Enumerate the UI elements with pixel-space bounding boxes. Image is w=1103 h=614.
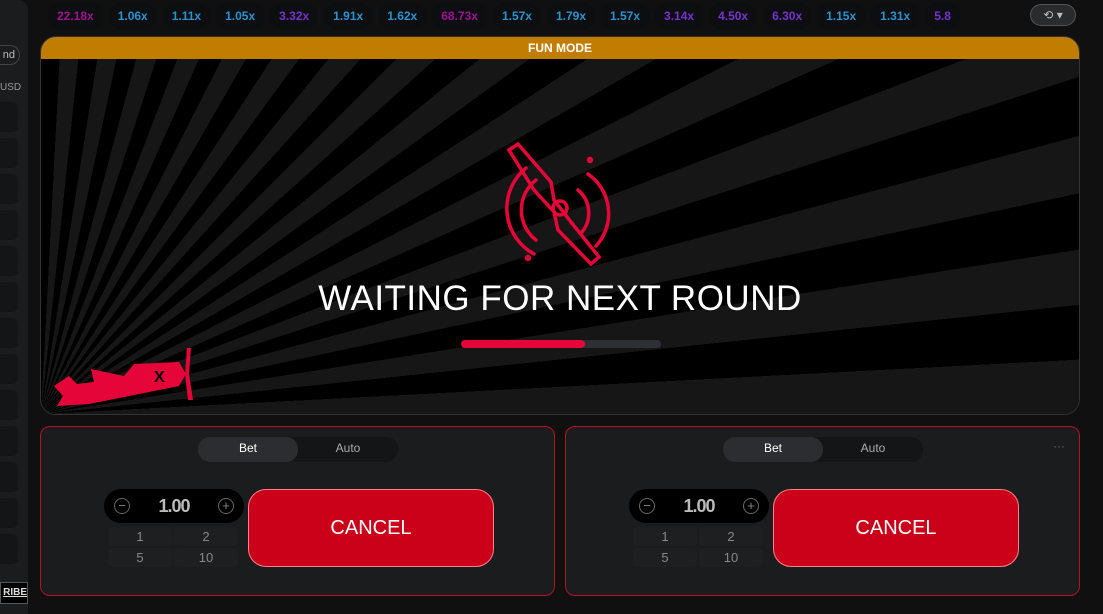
cancel-button[interactable]: CANCEL: [773, 489, 1019, 567]
multiplier-chip[interactable]: 1.31x: [871, 3, 920, 29]
quick-bet-5[interactable]: 5: [108, 548, 172, 567]
currency-label: USD: [0, 82, 22, 93]
sidebar-row[interactable]: [0, 354, 18, 384]
history-dropdown-button[interactable]: ⟲ ▾: [1030, 4, 1076, 26]
sidebar-row[interactable]: [0, 426, 18, 456]
multiplier-chip[interactable]: 1.62x: [378, 3, 427, 29]
sidebar-row[interactable]: [0, 174, 18, 204]
bet-amount-stepper[interactable]: − 1.00 +: [629, 489, 769, 523]
sidebar-row[interactable]: [0, 282, 18, 312]
quick-bet-2[interactable]: 2: [699, 527, 763, 546]
cancel-button[interactable]: CANCEL: [248, 489, 494, 567]
game-area: FUN MODE WAITING FOR NEXT ROUND X: [40, 36, 1080, 415]
multiplier-chip[interactable]: 1.91x: [324, 3, 373, 29]
chevron-down-icon: ▾: [1056, 8, 1063, 22]
quick-bet-10[interactable]: 10: [699, 548, 763, 567]
multiplier-chip[interactable]: 1.57x: [492, 3, 541, 29]
sidebar-pill[interactable]: nd: [0, 45, 20, 65]
sidebar-row[interactable]: [0, 138, 18, 168]
multiplier-chip[interactable]: 3.32x: [270, 3, 319, 29]
quick-bet-1[interactable]: 1: [108, 527, 172, 546]
brand-logo[interactable]: RIBE: [0, 582, 28, 604]
multiplier-chip[interactable]: 68.73x: [432, 3, 487, 29]
bet-mode-tabs: Bet Auto: [723, 437, 923, 462]
sidebar-row[interactable]: [0, 498, 18, 528]
tab-bet[interactable]: Bet: [198, 437, 298, 462]
round-progress-bar: [461, 340, 661, 348]
bet-amount-stepper[interactable]: − 1.00 +: [104, 489, 244, 523]
multiplier-chip[interactable]: 1.79x: [546, 3, 595, 29]
sidebar: nd USD RIBE: [0, 0, 28, 614]
tab-auto[interactable]: Auto: [298, 437, 398, 462]
bet-panel-2: ··· Bet Auto − 1.00 + 1 2 5 10 CANCEL: [565, 426, 1080, 596]
tab-auto[interactable]: Auto: [823, 437, 923, 462]
sidebar-row[interactable]: [0, 390, 18, 420]
sidebar-row[interactable]: [0, 462, 18, 492]
quick-bet-2[interactable]: 2: [174, 527, 238, 546]
propeller-icon: [505, 142, 611, 267]
plus-icon[interactable]: +: [218, 498, 234, 514]
progress-fill: [461, 340, 585, 348]
multiplier-chip[interactable]: 22.18x: [48, 3, 103, 29]
multiplier-chip[interactable]: 5.8: [925, 3, 960, 29]
multiplier-chip[interactable]: 4.50x: [709, 3, 758, 29]
more-options-icon[interactable]: ···: [1053, 439, 1065, 453]
bet-panel-1: Bet Auto − 1.00 + 1 2 5 10 CANCEL: [40, 426, 555, 596]
multiplier-history: 22.18x 1.06x 1.11x 1.05x 3.32x 1.91x 1.62x 68.7…: [48, 3, 1028, 29]
sidebar-row[interactable]: [0, 102, 18, 132]
status-text: WAITING FOR NEXT ROUND: [318, 279, 802, 318]
plane-icon: X: [54, 348, 193, 406]
quick-bet-1[interactable]: 1: [633, 527, 697, 546]
bet-mode-tabs: Bet Auto: [198, 437, 398, 462]
plus-icon[interactable]: +: [743, 498, 759, 514]
multiplier-chip[interactable]: 6.30x: [763, 3, 812, 29]
sidebar-row[interactable]: [0, 210, 18, 240]
quick-bet-5[interactable]: 5: [633, 548, 697, 567]
svg-text:X: X: [154, 369, 165, 386]
sidebar-row[interactable]: [0, 318, 18, 348]
multiplier-chip[interactable]: 1.05x: [216, 3, 265, 29]
multiplier-chip[interactable]: 1.15x: [817, 3, 866, 29]
multiplier-chip[interactable]: 1.11x: [162, 3, 211, 29]
multiplier-chip[interactable]: 3.14x: [655, 3, 704, 29]
quick-bet-10[interactable]: 10: [174, 548, 238, 567]
game-stage: WAITING FOR NEXT ROUND X: [41, 59, 1079, 414]
history-clock-icon: ⟲: [1043, 8, 1054, 22]
multiplier-chip[interactable]: 1.57x: [601, 3, 650, 29]
fun-mode-banner: FUN MODE: [41, 37, 1079, 59]
sidebar-row[interactable]: [0, 534, 18, 564]
tab-bet[interactable]: Bet: [723, 437, 823, 462]
sidebar-row[interactable]: [0, 246, 18, 276]
multiplier-chip[interactable]: 1.06x: [108, 3, 157, 29]
